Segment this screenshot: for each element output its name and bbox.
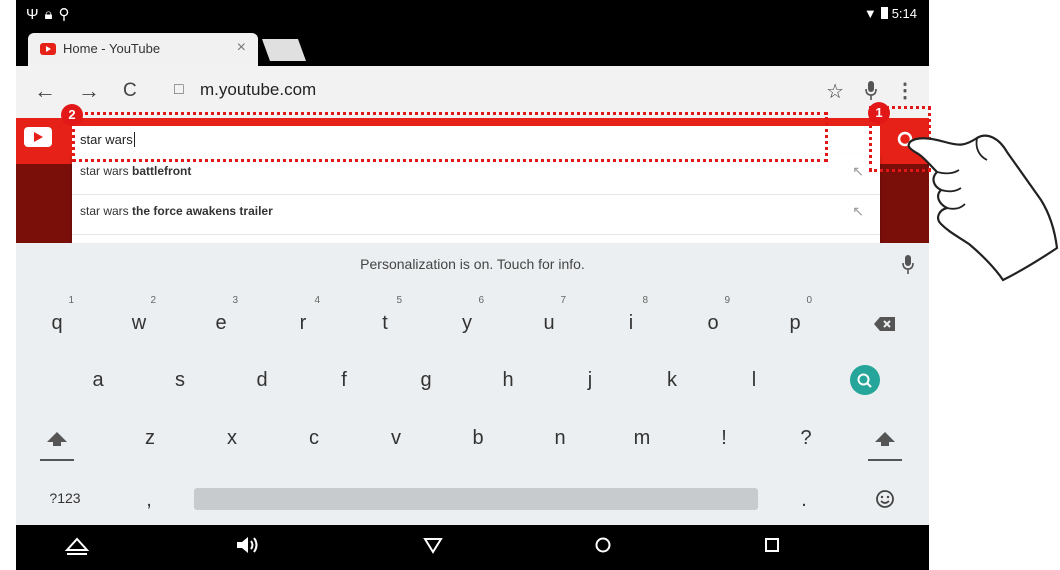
step-2-badge: 2 [61,104,83,126]
key-v[interactable]: v [355,413,437,463]
tab-close-icon[interactable]: × [237,39,246,57]
browser-tab[interactable]: Home - YouTube × [28,33,258,66]
home-nav-icon[interactable] [592,534,614,561]
address-bar[interactable]: □ m.youtube.com ☆ [164,74,884,108]
key-period[interactable]: . [763,475,845,525]
key-t[interactable]: t5 [344,295,426,348]
system-nav-bar [16,525,929,570]
key-k[interactable]: k [631,355,713,405]
forward-icon[interactable]: → [78,78,100,104]
key-e[interactable]: e3 [180,295,262,348]
pointing-hand-icon [907,134,1059,282]
key-w[interactable]: w2 [98,295,180,348]
tab-strip: Home - YouTube × [16,28,929,66]
key-g[interactable]: g [385,355,467,405]
suggestion-completion: the force awakens trailer [132,204,273,218]
keyboard-suggestion-strip[interactable]: Personalization is on. Touch for info. [16,243,929,285]
back-icon[interactable]: ← [34,78,56,104]
key-backspace[interactable] [844,298,926,348]
key-s[interactable]: s [139,355,221,405]
recents-nav-icon[interactable] [761,534,783,561]
emoji-icon [876,489,894,508]
fill-query-arrow-icon[interactable]: ↖ [852,163,864,180]
tab-title: Home - YouTube [63,41,161,56]
wifi-icon: ▼ [863,6,877,21]
key-question[interactable]: ? [765,413,847,463]
back-nav-icon[interactable] [422,534,444,561]
status-bar: Ψ🔒︎⚲ ▼ 5:14 [16,0,929,28]
hide-keyboard-icon[interactable] [64,534,90,561]
key-j[interactable]: j [549,355,631,405]
key-a[interactable]: a [57,355,139,405]
key-shift-right[interactable] [844,413,926,463]
key-x[interactable]: x [191,413,273,463]
key-y[interactable]: y6 [426,295,508,348]
step-1-badge: 1 [868,102,890,124]
usb-icon: Ψ [26,6,45,23]
status-left-icons: Ψ🔒︎⚲ [26,5,76,23]
youtube-logo-icon[interactable] [24,127,52,147]
suggestion-completion: battlefront [132,164,192,178]
clock: 5:14 [891,6,917,21]
key-emoji[interactable] [844,473,926,523]
personalization-info[interactable]: Personalization is on. Touch for info. [16,256,929,272]
key-d[interactable]: d [221,355,303,405]
key-f[interactable]: f [303,355,385,405]
key-i[interactable]: i8 [590,295,672,348]
key-h[interactable]: h [467,355,549,405]
bookmark-star-icon[interactable]: ☆ [826,79,844,104]
key-n[interactable]: n [519,413,601,463]
key-o[interactable]: o9 [672,295,754,348]
reload-icon[interactable]: C [123,80,137,102]
youtube-favicon-icon [40,43,56,55]
new-tab-button[interactable] [261,39,307,61]
device-screen: Ψ🔒︎⚲ ▼ 5:14 Home - YouTube × ← → C □ m.yo… [16,0,929,570]
key-p[interactable]: p0 [754,295,836,348]
key-comma[interactable]: , [108,475,190,525]
key-r[interactable]: r4 [262,295,344,348]
key-search[interactable] [824,355,906,405]
key-b[interactable]: b [437,413,519,463]
key-symbols[interactable]: ?123 [24,473,106,523]
bulb-icon: ⚲ [58,6,76,23]
keyboard-search-icon [850,365,880,395]
status-right: ▼ 5:14 [864,6,917,21]
key-q[interactable]: q1 [16,295,98,348]
search-suggestions: star wars battlefront ↖ star wars the fo… [72,154,880,243]
battery-icon [880,7,888,19]
suggestion-item[interactable]: star wars the force awakens trailer ↖ [72,194,880,235]
fill-query-arrow-icon[interactable]: ↖ [852,203,864,220]
key-m[interactable]: m [601,413,683,463]
backspace-icon [874,316,895,331]
search-field-highlight [72,112,828,162]
shift-icon [875,431,895,446]
shift-icon [47,431,67,446]
key-exclamation[interactable]: ! [683,413,765,463]
key-u[interactable]: u7 [508,295,590,348]
page-icon: □ [174,81,184,98]
suggestion-prefix: star wars [80,204,129,218]
key-c[interactable]: c [273,413,355,463]
key-space[interactable] [194,488,758,510]
key-l[interactable]: l [713,355,795,405]
soft-keyboard: Personalization is on. Touch for info. q… [16,243,929,525]
url-text[interactable]: m.youtube.com [200,80,316,100]
suggestion-prefix: star wars [80,164,129,178]
lock-icon: 🔒︎ [44,6,59,23]
key-shift-left[interactable] [16,413,98,463]
overflow-menu-icon[interactable]: ⋮ [895,78,915,103]
volume-icon[interactable] [234,534,260,561]
key-z[interactable]: z [109,413,191,463]
